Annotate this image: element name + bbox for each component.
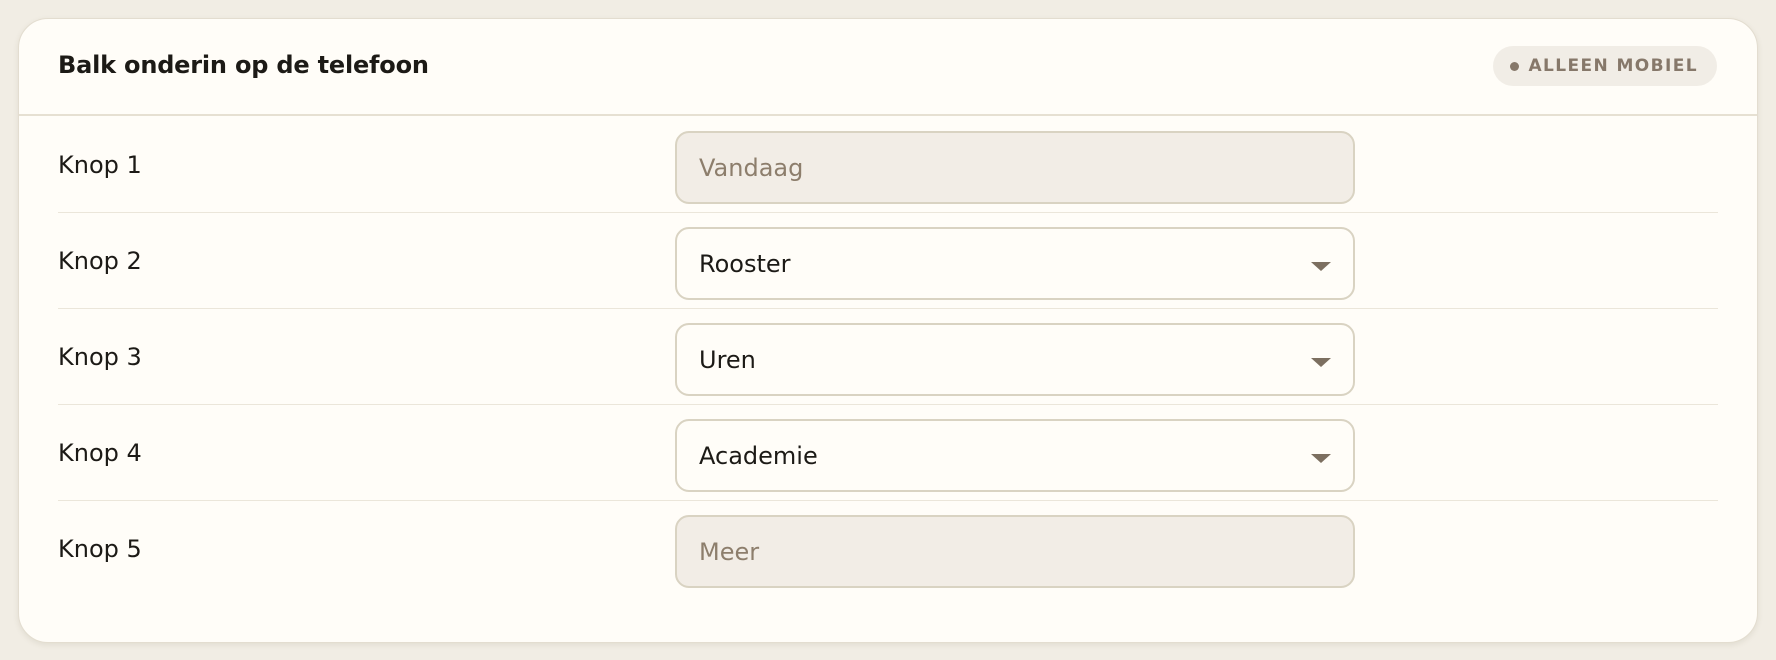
button-settings-list: Knop 1 Vandaag Knop 2 Rooster Knop 3 Ure… xyxy=(58,117,1718,597)
panel-header: Balk onderin op de telefoon ALLEEN MOBIE… xyxy=(19,19,1757,116)
row-label: Knop 4 xyxy=(58,439,142,467)
row-label: Knop 1 xyxy=(58,151,142,179)
button-row-2: Knop 2 Rooster xyxy=(58,213,1718,309)
select-value: Academie xyxy=(699,441,818,470)
badge-label: ALLEEN MOBIEL xyxy=(1528,56,1698,76)
mobile-only-badge: ALLEEN MOBIEL xyxy=(1492,46,1717,86)
button-row-4: Knop 4 Academie xyxy=(58,405,1718,501)
row-label: Knop 3 xyxy=(58,343,142,371)
field-value: Vandaag xyxy=(699,153,804,182)
button-1-field-locked: Vandaag xyxy=(675,131,1355,204)
panel-title: Balk onderin op de telefoon xyxy=(58,51,429,79)
mobile-bottom-bar-panel: Balk onderin op de telefoon ALLEEN MOBIE… xyxy=(18,18,1758,643)
select-value: Rooster xyxy=(699,249,791,278)
dot-icon xyxy=(1509,61,1519,71)
chevron-down-icon xyxy=(1311,262,1331,271)
button-row-1: Knop 1 Vandaag xyxy=(58,117,1718,213)
button-5-field-locked: Meer xyxy=(675,515,1355,588)
button-row-3: Knop 3 Uren xyxy=(58,309,1718,405)
button-row-5: Knop 5 Meer xyxy=(58,501,1718,597)
button-2-select[interactable]: Rooster xyxy=(675,227,1355,300)
chevron-down-icon xyxy=(1311,454,1331,463)
button-3-select[interactable]: Uren xyxy=(675,323,1355,396)
chevron-down-icon xyxy=(1311,358,1331,367)
field-value: Meer xyxy=(699,537,760,566)
select-value: Uren xyxy=(699,345,756,374)
row-label: Knop 2 xyxy=(58,247,142,275)
row-label: Knop 5 xyxy=(58,535,142,563)
button-4-select[interactable]: Academie xyxy=(675,419,1355,492)
